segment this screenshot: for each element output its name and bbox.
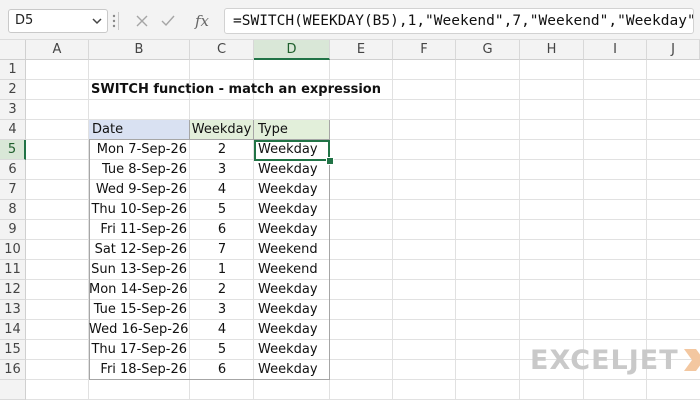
select-all-corner[interactable] [0,40,26,60]
row-header-10[interactable]: 10 [0,240,26,260]
table-cell-type[interactable]: Weekend [254,240,329,260]
column-header-e[interactable]: E [330,40,393,60]
column-header-g[interactable]: G [456,40,520,60]
row-header-4[interactable]: 4 [0,120,26,140]
table-cell-type[interactable]: Weekday [254,320,329,340]
column-header-a[interactable]: A [26,40,89,60]
checkmark-icon[interactable] [158,11,178,31]
table-cell-type[interactable]: Weekday [254,300,329,320]
table-cell-weekday[interactable]: 3 [190,300,254,320]
page-title[interactable]: SWITCH function - match an expression [91,80,381,100]
table-cell-date[interactable]: Mon 7-Sep-26 [89,140,190,160]
column-header-j[interactable]: J [647,40,700,60]
table-cell-date[interactable]: Wed 9-Sep-26 [89,180,190,200]
table-cell-weekday[interactable]: 4 [190,320,254,340]
fx-icon[interactable]: fx [190,11,214,31]
table-cell-date[interactable]: Fri 18-Sep-26 [89,360,190,380]
table-cell-weekday[interactable]: 4 [190,180,254,200]
active-cell-border[interactable] [254,140,330,161]
table-cell-date[interactable]: Sat 12-Sep-26 [89,240,190,260]
table-cell-date[interactable]: Sun 13-Sep-26 [89,260,190,280]
table-cell-type[interactable]: Weekday [254,340,329,360]
table-cell-weekday[interactable]: 2 [190,280,254,300]
row-header-6[interactable]: 6 [0,160,26,180]
row-header-3[interactable]: 3 [0,100,26,120]
table-cell-type[interactable]: Weekday [254,180,329,200]
row-header-13[interactable]: 13 [0,300,26,320]
table-cell-weekday[interactable]: 2 [190,140,254,160]
column-header-h[interactable]: H [520,40,584,60]
name-box-value: D5 [15,13,34,28]
row-header-11[interactable]: 11 [0,260,26,280]
exceljet-logo: EXCELJET [530,344,700,376]
row-header-1[interactable]: 1 [0,60,26,80]
table-cell-weekday[interactable]: 3 [190,160,254,180]
column-header-f[interactable]: F [393,40,456,60]
table-cell-weekday[interactable]: 6 [190,220,254,240]
row-header-2[interactable]: 2 [0,80,26,100]
table-cell-type[interactable]: Weekday [254,280,329,300]
table-cell-date[interactable]: Tue 8-Sep-26 [89,160,190,180]
formula-bar: D5 fx =SWITCH(WEEKDAY(B5),1,"Weekend",7,… [0,0,700,40]
table-header-weekday[interactable]: Weekday [190,120,254,140]
column-header-c[interactable]: C [190,40,254,60]
column-header-b[interactable]: B [89,40,190,60]
row-header-14[interactable]: 14 [0,320,26,340]
exceljet-chevron-icon [683,349,700,371]
name-box[interactable]: D5 [8,9,108,33]
table-cell-date[interactable]: Tue 15-Sep-26 [89,300,190,320]
row-header-7[interactable]: 7 [0,180,26,200]
row-header-5[interactable]: 5 [0,140,26,160]
table-cell-weekday[interactable]: 6 [190,360,254,380]
table-cell-type[interactable]: Weekday [254,360,329,380]
fill-handle[interactable] [326,157,334,165]
table-cell-weekday[interactable]: 7 [190,240,254,260]
table-header-date[interactable]: Date [89,120,190,140]
table-cell-date[interactable]: Wed 16-Sep-26 [89,320,190,340]
row-header-12[interactable]: 12 [0,280,26,300]
close-icon[interactable] [132,11,152,31]
table-cell-weekday[interactable]: 5 [190,200,254,220]
table-cell-weekday[interactable]: 5 [190,340,254,360]
row-header-17[interactable] [0,380,26,400]
formula-bar-separator [118,12,119,30]
row-header-8[interactable]: 8 [0,200,26,220]
table-cell-date[interactable]: Mon 14-Sep-26 [89,280,190,300]
fx-label: fx [194,12,209,30]
table-cell-weekday[interactable]: 1 [190,260,254,280]
vertical-dots-icon[interactable] [111,11,117,31]
formula-input[interactable]: =SWITCH(WEEKDAY(B5),1,"Weekend",7,"Weeke… [224,8,694,34]
table-cell-type[interactable]: Weekday [254,200,329,220]
column-header-i[interactable]: I [584,40,647,60]
logo-text: EXCELJET [530,344,679,376]
table-cell-type[interactable]: Weekend [254,260,329,280]
table-cell-date[interactable]: Thu 17-Sep-26 [89,340,190,360]
table-cell-type[interactable]: Weekday [254,220,329,240]
chevron-down-icon[interactable] [91,11,103,31]
formula-text: =SWITCH(WEEKDAY(B5),1,"Weekend",7,"Weeke… [233,13,694,29]
table-cell-date[interactable]: Fri 11-Sep-26 [89,220,190,240]
row-header-15[interactable]: 15 [0,340,26,360]
table-cell-date[interactable]: Thu 10-Sep-26 [89,200,190,220]
row-header-9[interactable]: 9 [0,220,26,240]
table-cell-type[interactable]: Weekday [254,160,329,180]
row-header-16[interactable]: 16 [0,360,26,380]
table-header-type[interactable]: Type [254,120,329,140]
column-header-d[interactable]: D [254,40,330,60]
